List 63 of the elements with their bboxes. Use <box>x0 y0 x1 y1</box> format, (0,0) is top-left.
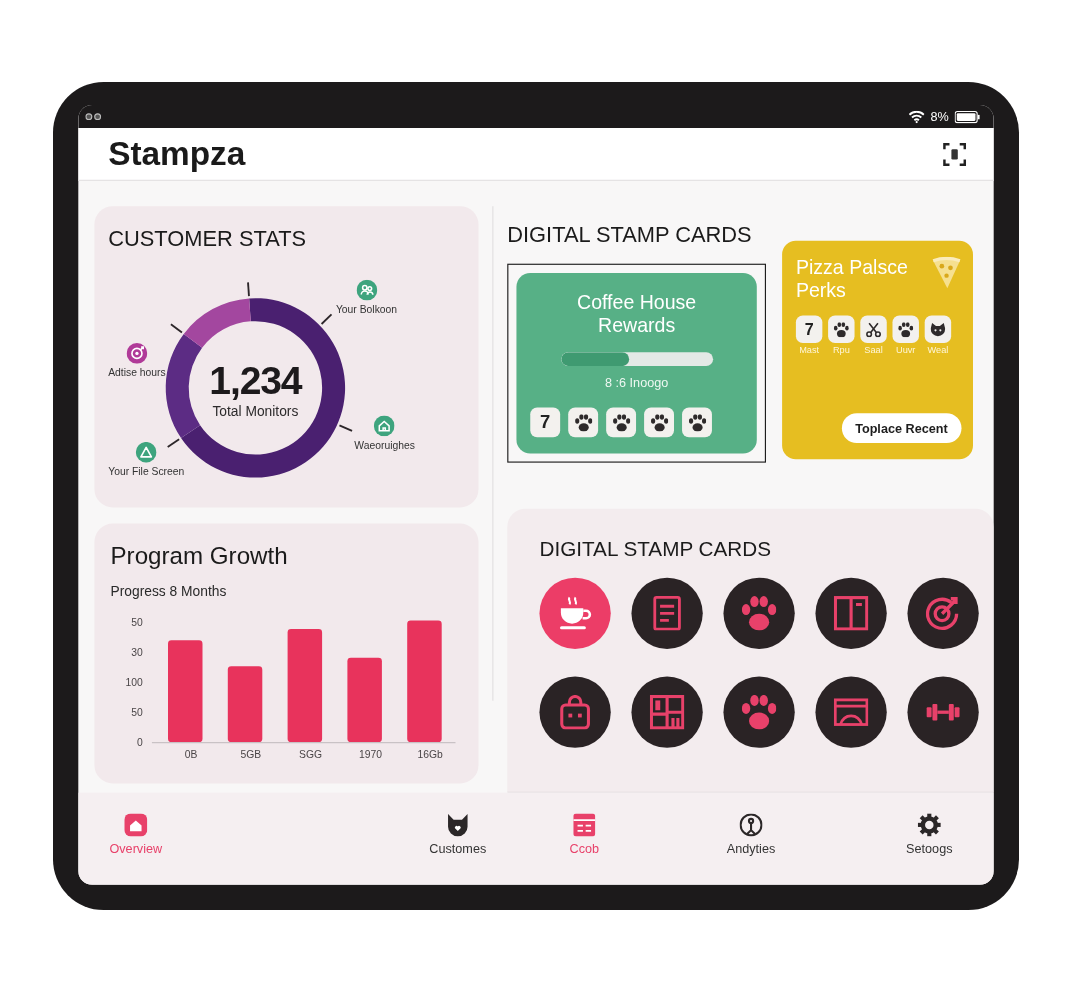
battery-percentage: 8% <box>930 109 949 124</box>
pizza-slice-icon <box>931 256 962 289</box>
section-title: CUSTOMER STATS <box>108 226 307 253</box>
legend-label: Adtise hours <box>108 367 166 379</box>
app-title: Stampza <box>108 134 246 173</box>
stamp-caption: Mast <box>799 345 820 356</box>
paw-stamp-icon <box>892 315 919 344</box>
paw-stamp-icon <box>682 407 712 438</box>
legend-label: Your Bolkoon <box>335 303 398 316</box>
stamp-number: 7 <box>795 315 823 344</box>
settings-icon <box>917 813 941 837</box>
total-label: Total Monitors <box>212 402 299 419</box>
leader-line <box>170 323 183 334</box>
stamp-caption: Uuvr <box>896 345 916 356</box>
axis-tick-label: 0 <box>136 736 143 748</box>
scissors-stamp-icon <box>860 315 887 344</box>
card-title: Program Growth <box>110 542 288 570</box>
legend-label: Your File Screen <box>108 466 185 478</box>
scan-icon[interactable] <box>943 142 967 166</box>
paw-stamp-icon <box>606 407 637 438</box>
axis-category-label: 16Gb <box>417 749 443 761</box>
leader-line <box>166 438 181 448</box>
section-title: DIGITAL STAMP CARDS <box>507 222 752 248</box>
leader-line <box>247 281 250 298</box>
stamp-caption: Rpu <box>832 345 850 356</box>
section-title: DIGITAL STAMP CARDS <box>539 536 772 562</box>
cat-head-icon <box>446 813 470 837</box>
paw-stamp-icon <box>644 407 674 438</box>
cat-face-stamp-icon <box>924 315 952 344</box>
stamp-caption: Saal <box>864 345 883 356</box>
card-title: Pizza Palsce Perks <box>795 256 909 302</box>
chart-title: Progress 8 Months <box>110 583 227 600</box>
leader-line <box>320 313 333 325</box>
stamp-number: 7 <box>530 407 561 438</box>
card-title: Coffee House Rewards <box>576 291 698 337</box>
paw-stamp-icon <box>828 315 855 344</box>
leader-line <box>338 424 353 432</box>
card-action-button[interactable]: Toplace Recent <box>841 413 962 444</box>
legend-label: Waeoruighes <box>354 439 415 451</box>
axis-tick-label: 30 <box>131 646 143 658</box>
person-circle-icon <box>739 813 763 837</box>
nav-tab[interactable]: Overview <box>104 811 167 858</box>
nav-tab[interactable]: Andyties <box>722 811 780 858</box>
axis-category-label: 0B <box>184 749 198 761</box>
axis-category-label: 1970 <box>358 749 382 761</box>
paw-stamp-icon <box>568 407 599 438</box>
nav-tab[interactable]: Setoogs <box>901 811 958 858</box>
calendar-icon <box>572 813 596 837</box>
house-icon <box>124 813 148 837</box>
total-value: 1,234 <box>209 357 302 403</box>
nav-tab[interactable]: Customes <box>424 811 491 858</box>
camera-dots-icon <box>85 112 102 121</box>
axis-category-label: SGG <box>299 749 323 761</box>
stamp-caption: Weal <box>927 345 949 356</box>
battery-icon <box>954 110 980 123</box>
axis-tick-label: 50 <box>131 706 143 718</box>
axis-tick-label: 50 <box>131 616 143 628</box>
stamp-card[interactable]: Pizza Palsce Perks 7 Mast Rpu Saal Uuvr Weal Toplace Recent <box>782 240 973 460</box>
progress-caption: 8 :6 Inoogo <box>604 375 669 390</box>
stamp-card[interactable]: Coffee House Rewards 8 :6 Inoogo 7 <box>516 272 757 454</box>
axis-category-label: 5GB <box>240 749 262 761</box>
axis-tick-label: 100 <box>125 676 143 688</box>
wifi-icon <box>908 110 925 123</box>
